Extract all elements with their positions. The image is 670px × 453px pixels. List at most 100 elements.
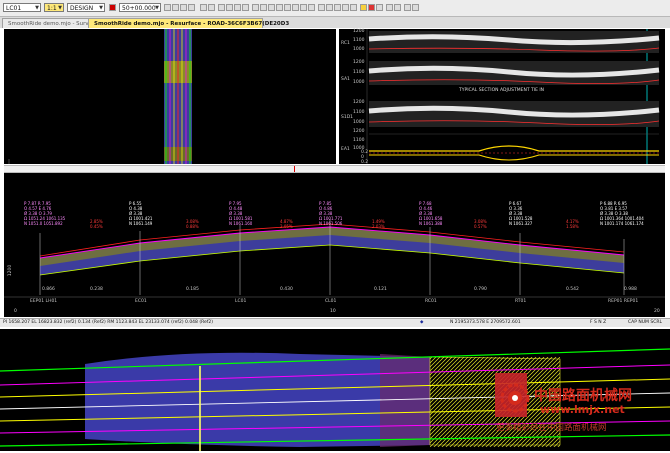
print-icon[interactable] — [404, 4, 411, 11]
properties-icon[interactable] — [268, 4, 275, 11]
pin-icon[interactable]: ◆ — [420, 319, 423, 327]
first-station-icon[interactable] — [164, 4, 171, 11]
chevron-down-icon: ▼ — [58, 5, 62, 11]
info-icon[interactable] — [394, 4, 401, 11]
last-station-icon[interactable] — [188, 4, 195, 11]
annotation-column: P 6.88 R 6.95 O 3.81 E 3.57 Ø 3.38 O 3.3… — [600, 201, 644, 226]
warning-icon[interactable] — [368, 4, 375, 11]
status-left-text: PI 1658.207 EL 16823.832 (ref2) 0.134 (R… — [3, 320, 213, 325]
axis-tick: 1100 — [353, 38, 365, 43]
tab-survey[interactable]: SmoothRide demo.mjo - Survey — [2, 18, 95, 28]
annotation-line: N 1061.506 — [319, 221, 343, 226]
next-station-icon[interactable] — [180, 4, 187, 11]
axis-tick: 1000 — [353, 47, 365, 52]
view-select[interactable]: DESIGN ▼ — [67, 3, 105, 12]
slope-value: 0.88% — [186, 224, 199, 229]
previous-station-icon[interactable] — [172, 4, 179, 11]
grid-icon[interactable] — [252, 4, 259, 11]
layer-select[interactable]: LC01 ▼ — [3, 3, 41, 12]
slope-value: 2.05% — [280, 224, 293, 229]
zoomed-plan-frame: 中国路面机械网 www.lmjx.net 更多精彩尽在中国路面机械网 — [0, 329, 670, 451]
axis-tick: 1200 — [353, 60, 365, 65]
chevron-down-icon: ▼ — [35, 5, 39, 11]
help-icon[interactable] — [386, 4, 393, 11]
offset-label: 0.238 — [90, 287, 103, 292]
chevron-down-icon: ▼ — [155, 5, 159, 11]
station-label: RC01 — [425, 299, 437, 304]
chevron-down-icon: ▼ — [99, 5, 103, 11]
settings-icon[interactable] — [376, 4, 383, 11]
axis-tick: 1100 — [353, 70, 365, 75]
profile-icon[interactable] — [292, 4, 299, 11]
scale-tick: 20 — [654, 309, 660, 314]
annotation-column: P 6.55 O 4.38 Ø 3.38 Ω 1001.421 N 1061.1… — [129, 201, 152, 226]
row-label: S1D1 — [341, 115, 354, 120]
thickness-trace-lower — [369, 154, 659, 161]
paste-icon[interactable] — [342, 4, 349, 11]
annotation-line: N 1061.388 — [419, 221, 443, 226]
annotation-column: P 7.68 O 4.46 Ø 3.38 Ω 1001.658 N 1061.3… — [419, 201, 442, 226]
watermark-url: www.lmjx.net — [540, 403, 625, 416]
plan-icon[interactable] — [300, 4, 307, 11]
offset-label: 0.185 — [186, 287, 199, 292]
undo-icon[interactable] — [318, 4, 325, 11]
slope-value: 1.58% — [566, 224, 579, 229]
report-icon[interactable] — [308, 4, 315, 11]
transition-area — [380, 354, 430, 447]
slope-label: 2.85% 0.45% — [90, 219, 103, 229]
layers-icon[interactable] — [260, 4, 267, 11]
axis-tick: 1100 — [353, 138, 365, 143]
scale-tick: 0 — [14, 309, 17, 314]
delete-icon[interactable] — [350, 4, 357, 11]
zoom-out-icon[interactable] — [208, 4, 215, 11]
ratio-select[interactable]: 1:1 ▼ — [44, 3, 64, 12]
plan-view-panel[interactable] — [4, 29, 336, 164]
plan-view-canvas — [8, 29, 192, 164]
zoomed-plan-view[interactable]: 中国路面机械网 www.lmjx.net 更多精彩尽在中国路面机械网 — [0, 329, 670, 451]
annotation-line: N 1061.149 — [129, 221, 153, 226]
row-label: EA1 — [341, 147, 350, 152]
zoom-extents-icon[interactable] — [226, 4, 233, 11]
zoom-window-icon[interactable] — [234, 4, 241, 11]
tab-resurface[interactable]: SmoothRide demo.mjo - Resurface - ROAD-3… — [88, 18, 289, 28]
section-icon[interactable] — [284, 4, 291, 11]
annotation-column: P 7.87 R 7.95 O 4.57 E 4.76 Ø 3.38 O 3.7… — [24, 201, 65, 226]
ruler-marker — [294, 166, 295, 172]
copy-icon[interactable] — [334, 4, 341, 11]
slope-value: 0.45% — [90, 224, 103, 229]
survey-graphs-canvas — [366, 29, 660, 164]
axis-tick: 1000 — [353, 80, 365, 85]
zoom-in-icon[interactable] — [200, 4, 207, 11]
watermark-title: 中国路面机械网 — [534, 388, 632, 404]
offset-label: 0.988 — [624, 287, 637, 292]
annotation-line: N 1061.327 — [509, 221, 533, 226]
slope-label: 3.08% 0.88% — [186, 219, 199, 229]
refresh-icon[interactable] — [242, 4, 249, 11]
measure-icon[interactable] — [276, 4, 283, 11]
thickness-trace — [369, 145, 659, 152]
station-label: CL01 — [325, 299, 337, 304]
export-icon[interactable] — [412, 4, 419, 11]
chainage-select[interactable]: 50+00.000 ▼ — [119, 3, 161, 12]
annotation-column: P 6.67 O 3.36 Ø 3.38 Ω 1001.528 N 1061.3… — [509, 201, 532, 226]
station-label: REP01 REP01 — [608, 299, 639, 304]
red-flag-icon[interactable] — [109, 4, 116, 11]
redo-icon[interactable] — [326, 4, 333, 11]
slope-label: 4.87% 2.05% — [280, 219, 293, 229]
cross-section-canvas — [4, 219, 665, 298]
horizontal-ruler[interactable] — [4, 165, 665, 173]
annotation-column: P 7.85 O 4.86 Ø 3.38 Ω 1001.771 N 1061.5… — [319, 201, 342, 226]
slope-label: 4.17% 1.58% — [566, 219, 579, 229]
cross-section-panel[interactable]: 1200 P 7.87 R 7.95 O 4.57 E 4.76 Ø 3.38 … — [4, 173, 665, 317]
survey-graphs-panel[interactable]: RC1 SA1 S1D1 EA1 1200 1100 1000 1200 110… — [339, 29, 665, 165]
pan-icon[interactable] — [218, 4, 225, 11]
ratio-select-value: 1:1 — [47, 5, 57, 12]
toolbar: LC01 ▼ 1:1 ▼ DESIGN ▼ 50+00.000 ▼ — [0, 0, 670, 17]
slope-value: 0.57% — [474, 224, 487, 229]
view-select-value: DESIGN — [70, 5, 94, 12]
offset-label: 0.790 — [474, 287, 487, 292]
station-label: RT01 — [515, 299, 527, 304]
status-bar: PI 1658.207 EL 16823.832 (ref2) 0.134 (R… — [0, 318, 670, 327]
highlight-icon[interactable] — [360, 4, 367, 11]
row-label: SA1 — [341, 77, 350, 82]
